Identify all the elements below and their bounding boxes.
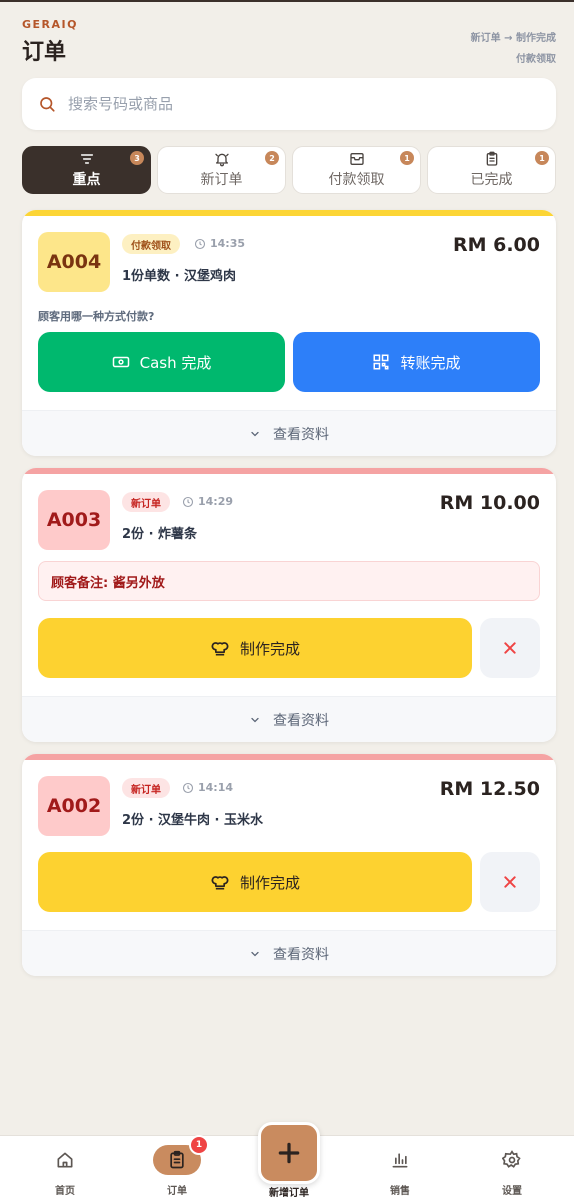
cash-icon <box>112 356 129 368</box>
order-code: A002 <box>38 776 110 836</box>
cash-complete-label: Cash 完成 <box>139 353 212 372</box>
status-strip <box>22 210 556 216</box>
status-badge: 新订单 <box>122 492 170 512</box>
clock-icon <box>182 782 194 793</box>
order-price: RM 10.00 <box>439 492 540 514</box>
tab-new-orders[interactable]: 新订单 2 <box>157 146 286 194</box>
tab-completed[interactable]: 已完成 1 <box>427 146 556 194</box>
qr-code-icon <box>373 354 389 370</box>
inbox-icon <box>349 153 364 165</box>
status-badge: 付款领取 <box>122 234 180 254</box>
bar-chart-icon <box>392 1153 408 1168</box>
customer-note: 顾客备注: 酱另外放 <box>38 561 540 601</box>
cancel-order-button[interactable] <box>480 852 540 912</box>
order-items: 1份单数 · 汉堡鸡肉 <box>122 269 237 284</box>
chevron-down-icon <box>251 951 259 956</box>
order-time-text: 14:35 <box>210 237 246 250</box>
payment-question: 顾客用哪一种方式付款? <box>38 310 155 323</box>
close-icon <box>504 876 516 888</box>
order-card-a002: A002 新订单 14:14 2份 · 汉堡牛肉 · 玉米水 RM 12.50 … <box>22 754 556 976</box>
order-time: 14:35 <box>194 237 245 250</box>
tab-label: 已完成 <box>470 172 513 188</box>
search-input[interactable] <box>68 95 508 113</box>
view-details-toggle[interactable]: 查看资料 <box>22 696 556 742</box>
clipboard-icon <box>486 151 497 166</box>
order-items: 2份 · 炸薯条 <box>122 527 198 542</box>
clipboard-icon <box>170 1150 184 1169</box>
cancel-order-button[interactable] <box>480 618 540 678</box>
order-items: 2份 · 汉堡牛肉 · 玉米水 <box>122 813 264 828</box>
bell-icon <box>214 153 229 167</box>
nav-orders-badge: 1 <box>189 1135 209 1155</box>
page-title: 订单 <box>22 40 67 65</box>
nav-label: 首页 <box>55 1186 75 1197</box>
order-price: RM 12.50 <box>439 778 540 800</box>
new-order-button[interactable] <box>258 1122 320 1184</box>
tab-label: 付款领取 <box>328 172 385 188</box>
nav-orders-pill: 1 <box>153 1135 209 1175</box>
order-code: A003 <box>38 490 110 550</box>
order-time: 14:29 <box>182 495 233 508</box>
clock-icon <box>194 238 206 249</box>
chevron-down-icon <box>251 717 259 722</box>
transfer-complete-button[interactable]: 转账完成 <box>293 332 540 392</box>
clock-icon <box>182 496 194 507</box>
order-price: RM 6.00 <box>452 234 540 256</box>
flow-hint-line2: 付款领取 <box>516 54 556 65</box>
view-details-label: 查看资料 <box>273 712 329 729</box>
view-details-toggle[interactable]: 查看资料 <box>22 930 556 976</box>
status-badge: 新订单 <box>122 778 170 798</box>
search-icon <box>40 97 55 112</box>
tab-count-badge: 3 <box>130 151 144 165</box>
flow-hint-line1: 新订单 → 制作完成 <box>470 33 556 44</box>
transfer-complete-label: 转账完成 <box>400 353 461 372</box>
home-icon <box>57 1152 73 1168</box>
new-order-label: 新增订单 <box>269 1188 309 1199</box>
order-code: A004 <box>38 232 110 292</box>
mark-done-button[interactable]: 制作完成 <box>38 852 472 912</box>
tab-pay-pickup[interactable]: 付款领取 1 <box>292 146 421 194</box>
status-strip <box>22 468 556 474</box>
nav-home[interactable]: 首页 <box>25 1150 105 1197</box>
tab-focus[interactable]: 重点 3 <box>22 146 151 194</box>
close-icon <box>504 642 516 654</box>
tab-label: 重点 <box>72 172 101 188</box>
mark-done-button[interactable]: 制作完成 <box>38 618 472 678</box>
nav-label: 销售 <box>390 1186 410 1197</box>
nav-label: 订单 <box>167 1186 187 1197</box>
view-details-toggle[interactable]: 查看资料 <box>22 410 556 456</box>
nav-label: 设置 <box>502 1186 522 1197</box>
chevron-down-icon <box>251 431 259 436</box>
chef-hat-icon <box>211 642 229 656</box>
gear-icon <box>502 1150 521 1168</box>
order-card-a003: A003 新订单 14:29 2份 · 炸薯条 RM 10.00 顾客备注: 酱… <box>22 468 556 742</box>
search-bar[interactable] <box>22 78 556 130</box>
filter-icon <box>80 154 93 164</box>
chef-hat-icon <box>211 876 229 890</box>
tab-count-badge: 1 <box>400 151 414 165</box>
nav-sales[interactable]: 销售 <box>360 1150 440 1197</box>
order-time-text: 14:14 <box>198 781 234 794</box>
view-details-label: 查看资料 <box>273 946 329 963</box>
top-border <box>0 0 574 2</box>
bottom-nav: 首页 1 订单 新增订单 销售 设置 <box>0 1122 574 1201</box>
plus-icon <box>278 1142 300 1164</box>
nav-settings[interactable]: 设置 <box>472 1150 552 1197</box>
tab-label: 新订单 <box>200 172 243 188</box>
nav-orders[interactable]: 1 订单 <box>137 1135 217 1197</box>
order-time-text: 14:29 <box>198 495 234 508</box>
view-details-label: 查看资料 <box>273 426 329 443</box>
tab-count-badge: 2 <box>265 151 279 165</box>
tab-count-badge: 1 <box>535 151 549 165</box>
mark-done-label: 制作完成 <box>239 873 300 892</box>
order-time: 14:14 <box>182 781 233 794</box>
status-strip <box>22 754 556 760</box>
order-card-a004: A004 付款领取 14:35 1份单数 · 汉堡鸡肉 RM 6.00 顾客用哪… <box>22 210 556 456</box>
mark-done-label: 制作完成 <box>239 639 300 658</box>
brand-logo: GERAIQ <box>22 18 78 31</box>
cash-complete-button[interactable]: Cash 完成 <box>38 332 285 392</box>
